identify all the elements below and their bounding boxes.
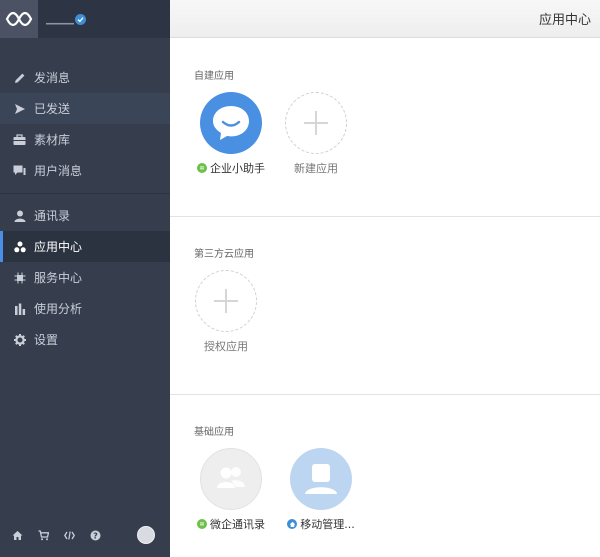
section-title-third-party: 第三方云应用 (194, 249, 254, 260)
avatar[interactable] (137, 526, 155, 544)
section-title-custom-apps: 自建应用 (194, 71, 234, 82)
add-icon (285, 92, 347, 154)
help-icon[interactable]: ? (90, 525, 116, 545)
code-icon[interactable] (64, 525, 90, 545)
sidebar-item-contacts[interactable]: 通讯录 (0, 200, 170, 231)
sidebar-item-sent[interactable]: 已发送 (0, 93, 170, 124)
sidebar-item-label: 服务中心 (34, 271, 83, 285)
app-label: 新建应用 (276, 160, 356, 176)
home-badge-icon (287, 519, 298, 529)
sidebar-item-label: 已发送 (34, 102, 71, 116)
sidebar-item-label: 通讯录 (34, 209, 71, 223)
sidebar-item-service-center[interactable]: 服务中心 (0, 262, 170, 293)
chat-badge-icon (197, 163, 207, 173)
app-label: 微企通讯录 (191, 516, 271, 532)
brand-name-text: ▁▁▁▁ (46, 13, 74, 25)
app-new-app[interactable]: 新建应用 (276, 92, 356, 176)
add-icon (195, 270, 257, 332)
app-label-text: 移动管理... (300, 518, 355, 531)
mobile-management-app-icon (290, 448, 352, 510)
contacts-app-icon (200, 448, 262, 510)
bar-chart-icon (13, 302, 26, 315)
sidebar-item-settings[interactable]: 设置 (0, 324, 170, 355)
sidebar-item-analytics[interactable]: 使用分析 (0, 293, 170, 324)
pencil-icon (13, 71, 26, 84)
person-icon (13, 209, 26, 222)
send-icon (13, 102, 26, 115)
sidebar-divider (0, 193, 170, 194)
app-label-text: 授权应用 (204, 340, 248, 353)
gear-icon (13, 333, 26, 346)
sidebar-item-label: 素材库 (34, 133, 71, 147)
app-label-text: 企业小助手 (210, 162, 265, 175)
sidebar-item-label: 发消息 (34, 71, 71, 85)
sidebar: ▁▁▁▁ 发消息 已发送 素材库 用户消息 通讯录 应用中心 服务中心 使用分析… (0, 0, 170, 557)
app-label-text: 新建应用 (294, 162, 338, 175)
sidebar-item-label: 应用中心 (34, 240, 83, 254)
app-label-text: 微企通讯录 (210, 518, 265, 531)
app-mobile-management[interactable]: 移动管理... (281, 448, 361, 532)
sidebar-item-label: 使用分析 (34, 302, 83, 316)
sidebar-item-label: 设置 (34, 333, 59, 347)
chat-icon (13, 164, 26, 177)
briefcase-icon (13, 133, 26, 146)
verified-icon (74, 13, 86, 25)
sidebar-item-library[interactable]: 素材库 (0, 124, 170, 155)
brand-header: ▁▁▁▁ (0, 0, 170, 38)
section-divider (170, 394, 600, 395)
app-label: 企业小助手 (191, 160, 271, 176)
nav-group-management: 通讯录 应用中心 服务中心 使用分析 设置 (0, 200, 170, 355)
main-panel: 应用中心 自建应用 企业小助手 新建应用 第三方云应用 授权应用 基础应用 微企… (170, 0, 600, 557)
brand-name: ▁▁▁▁ (46, 13, 86, 25)
chat-badge-icon (197, 519, 207, 529)
app-authorize-app[interactable]: 授权应用 (186, 270, 266, 354)
sidebar-item-user-messages[interactable]: 用户消息 (0, 155, 170, 186)
app-label: 移动管理... (281, 516, 361, 532)
assistant-app-icon (200, 92, 262, 154)
app-contacts[interactable]: 微企通讯录 (191, 448, 271, 532)
sidebar-footer: ? (0, 513, 170, 557)
sidebar-item-label: 用户消息 (34, 164, 83, 178)
sidebar-item-compose[interactable]: 发消息 (0, 62, 170, 93)
cart-icon[interactable] (38, 525, 64, 545)
chip-icon (13, 271, 26, 284)
nav-group-messaging: 发消息 已发送 素材库 用户消息 (0, 62, 170, 186)
page-title: 应用中心 (538, 13, 591, 28)
top-bar: 应用中心 (170, 0, 600, 38)
app-enterprise-assistant[interactable]: 企业小助手 (191, 92, 271, 176)
app-label: 授权应用 (186, 338, 266, 354)
section-divider (170, 216, 600, 217)
svg-text:?: ? (93, 531, 98, 540)
apps-icon (13, 240, 26, 253)
app-logo-icon[interactable] (0, 0, 38, 38)
sidebar-item-app-center[interactable]: 应用中心 (0, 231, 170, 262)
section-title-basic-apps: 基础应用 (194, 427, 234, 438)
home-icon[interactable] (12, 525, 38, 545)
